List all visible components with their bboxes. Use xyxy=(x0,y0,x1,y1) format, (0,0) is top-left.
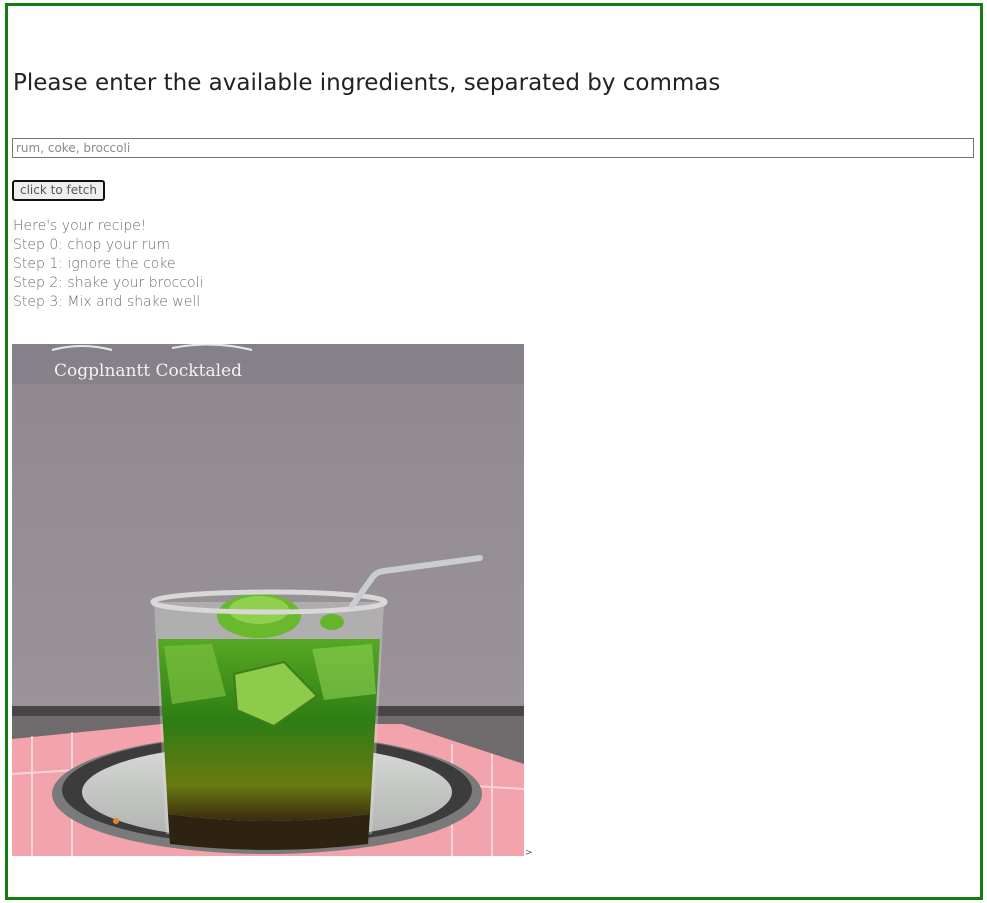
recipe-intro: Here's your recipe! xyxy=(13,218,147,234)
recipe-step: Step 2: shake your broccoli xyxy=(13,275,204,291)
fetch-button[interactable]: click to fetch xyxy=(12,180,106,201)
page-title: Please enter the available ingredients, … xyxy=(13,70,721,96)
image-caption: Cogplnantt Cocktaled xyxy=(54,361,242,381)
cocktail-image: Cogplnantt Cocktaled xyxy=(12,344,524,856)
recipe-step: Step 1: ignore the coke xyxy=(13,256,176,272)
ingredients-input[interactable] xyxy=(12,138,974,158)
recipe-step: Step 3: Mix and shake well xyxy=(13,294,201,310)
trailing-glyph: > xyxy=(525,848,533,858)
recipe-output: Here's your recipe! Step 0: chop your ru… xyxy=(13,217,203,312)
recipe-step: Step 0: chop your rum xyxy=(13,237,171,253)
